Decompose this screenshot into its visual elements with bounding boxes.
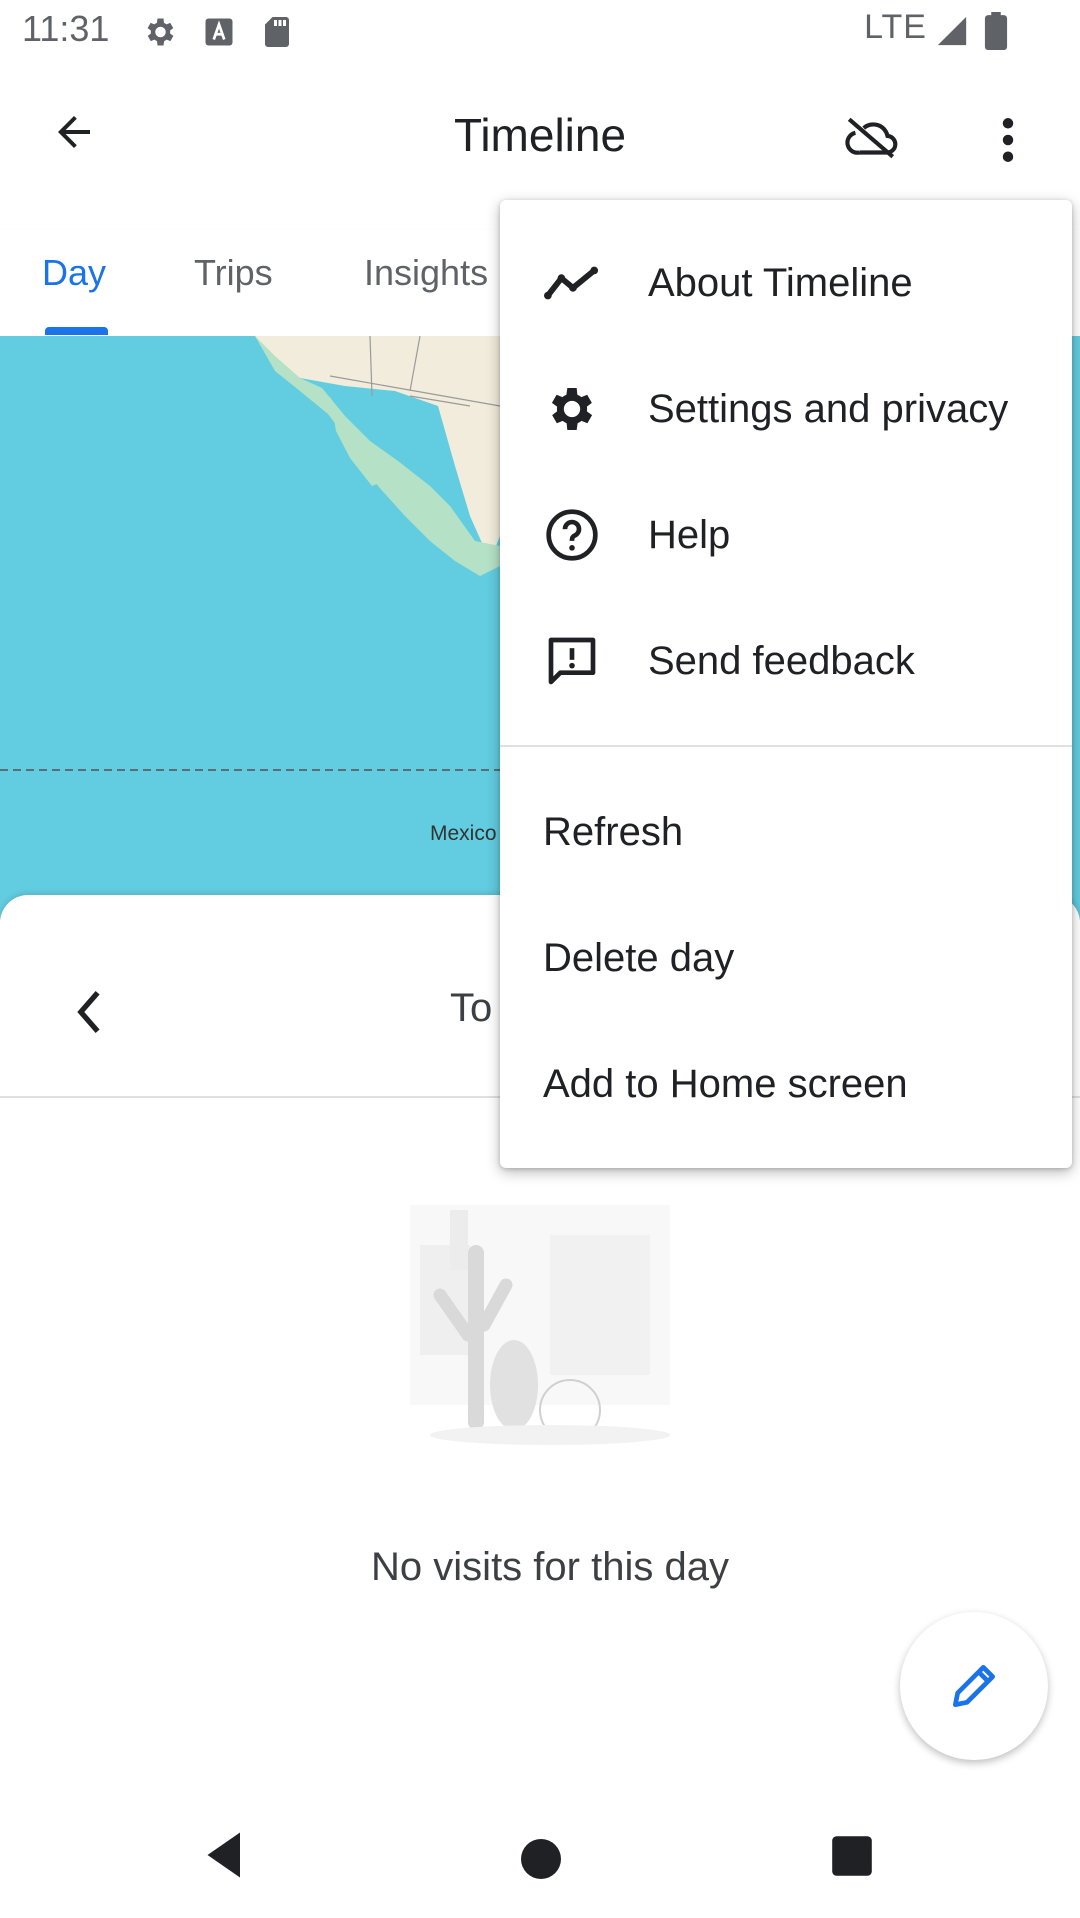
sd-card-icon bbox=[265, 17, 289, 47]
menu-item-refresh[interactable]: Refresh bbox=[500, 769, 1072, 895]
cloud-sync-button[interactable] bbox=[836, 106, 908, 170]
menu-item-label: Refresh bbox=[543, 809, 684, 854]
menu-item-label: Help bbox=[648, 512, 731, 557]
settings-icon bbox=[147, 18, 174, 46]
map-place-label: Mexico bbox=[430, 822, 497, 845]
nav-home-icon[interactable] bbox=[516, 1834, 566, 1884]
date-label[interactable]: To bbox=[450, 986, 492, 1031]
page-title: Timeline bbox=[453, 109, 627, 161]
menu-item-label: Settings and privacy bbox=[648, 386, 1009, 431]
edit-fab[interactable] bbox=[900, 1612, 1048, 1760]
previous-day-button[interactable] bbox=[60, 980, 116, 1044]
signal-icon bbox=[937, 16, 967, 46]
tab-indicator bbox=[45, 327, 108, 335]
tab-trips[interactable]: Trips bbox=[194, 252, 273, 294]
cloud-off-icon bbox=[845, 117, 898, 159]
menu-item-about-timeline[interactable]: About Timeline bbox=[500, 220, 1072, 346]
menu-item-settings-and-privacy[interactable]: Settings and privacy bbox=[500, 346, 1072, 472]
tab-insights[interactable]: Insights bbox=[364, 252, 488, 294]
network-type-label: LTE bbox=[864, 8, 927, 46]
a-notification-icon bbox=[205, 18, 233, 46]
help-circle-icon bbox=[544, 507, 600, 563]
more-options-button[interactable] bbox=[976, 104, 1040, 176]
menu-item-label: Add to Home screen bbox=[543, 1061, 908, 1106]
desert-cactus-illustration bbox=[410, 1205, 670, 1445]
menu-item-help[interactable]: Help bbox=[500, 472, 1072, 598]
menu-divider bbox=[500, 745, 1072, 747]
nav-recents-icon[interactable] bbox=[830, 1834, 874, 1878]
gear-icon bbox=[544, 381, 600, 437]
chevron-left-icon bbox=[77, 991, 100, 1033]
tab-day[interactable]: Day bbox=[42, 252, 106, 294]
feedback-icon bbox=[544, 633, 600, 689]
menu-item-label: About Timeline bbox=[648, 260, 913, 305]
battery-icon bbox=[984, 12, 1008, 50]
nav-back-icon[interactable] bbox=[200, 1830, 250, 1880]
menu-item-label: Delete day bbox=[543, 935, 735, 980]
trend-line-icon bbox=[544, 255, 600, 311]
menu-item-add-to-home-screen[interactable]: Add to Home screen bbox=[500, 1021, 1072, 1147]
menu-item-delete-day[interactable]: Delete day bbox=[500, 895, 1072, 1021]
pencil-icon bbox=[953, 1665, 995, 1707]
more-vert-icon bbox=[1002, 118, 1014, 162]
menu-item-label: Send feedback bbox=[648, 638, 915, 683]
menu-item-send-feedback[interactable]: Send feedback bbox=[500, 598, 1072, 724]
empty-state-message: No visits for this day bbox=[371, 1545, 729, 1589]
status-time: 11:31 bbox=[22, 8, 110, 49]
